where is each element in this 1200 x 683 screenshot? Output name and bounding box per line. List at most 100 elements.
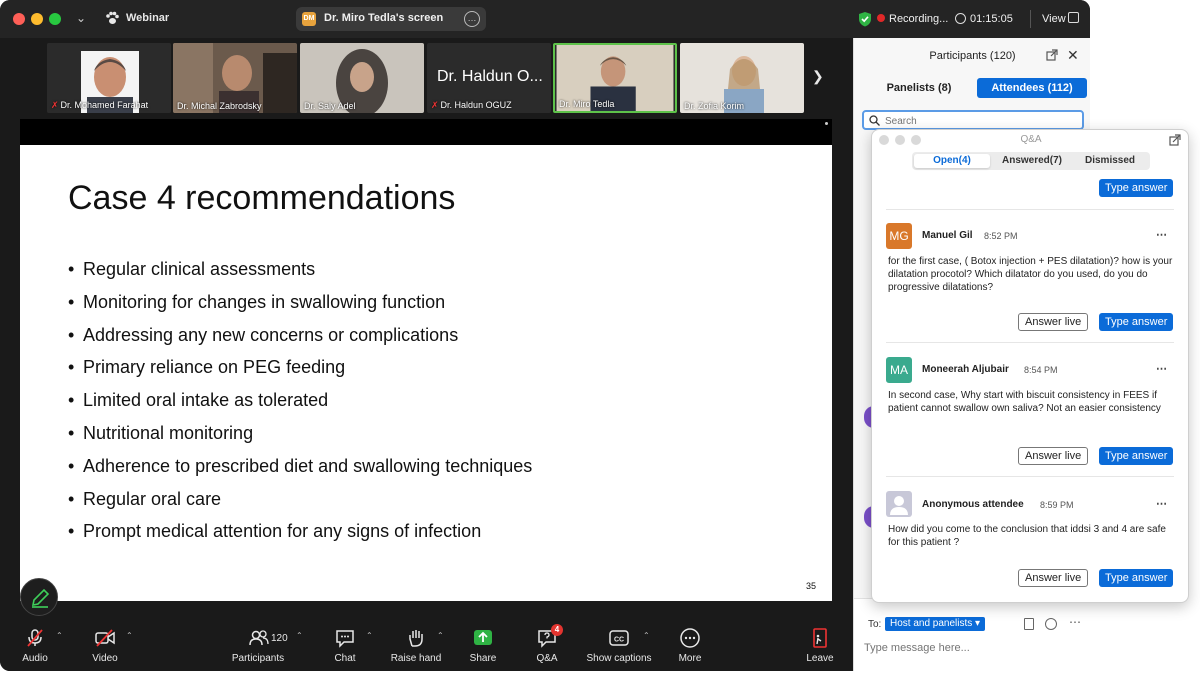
chevron-right-icon[interactable]: ❯ <box>812 68 824 85</box>
question-author: Anonymous attendee <box>922 499 1024 510</box>
slide-bullet: Prompt medical attention for any signs o… <box>68 521 532 554</box>
grid-icon[interactable] <box>1068 12 1079 23</box>
recording-status[interactable]: Recording... <box>889 13 948 25</box>
type-answer-button[interactable]: Type answer <box>1099 569 1174 587</box>
caret-up-icon[interactable]: ⌃ <box>366 631 373 640</box>
type-answer-button[interactable]: Type answer <box>1099 313 1174 331</box>
emoji-icon[interactable] <box>1045 618 1057 630</box>
more-options-icon[interactable]: ⋯ <box>1069 615 1081 629</box>
leave-button[interactable]: Leave <box>804 627 836 664</box>
question-author: Manuel Gil <box>922 230 973 241</box>
video-button[interactable]: Video <box>88 627 122 664</box>
audio-button[interactable]: Audio <box>18 627 52 664</box>
participants-count: 120 <box>271 633 288 644</box>
app-title: Webinar <box>126 12 170 24</box>
window-minimize-button[interactable] <box>31 13 43 25</box>
pencil-icon <box>31 588 50 608</box>
caret-up-icon[interactable]: ⌃ <box>126 631 133 640</box>
answer-live-button[interactable]: Answer live <box>1018 313 1089 331</box>
close-icon[interactable]: ✕ <box>1067 48 1079 62</box>
video-tile[interactable]: Dr. Saly Adel <box>300 43 424 113</box>
question-time: 8:52 PM <box>984 231 1018 241</box>
people-icon <box>249 630 269 646</box>
question-text: How did you come to the conclusion that … <box>888 524 1166 548</box>
qa-title: Q&A <box>1020 134 1042 145</box>
more-options-icon[interactable]: ⋯ <box>1156 228 1168 241</box>
question-time: 8:59 PM <box>1040 500 1074 510</box>
window-close-button[interactable] <box>13 13 25 25</box>
more-options-icon[interactable]: ⋯ <box>1156 497 1168 510</box>
caret-up-icon[interactable]: ⌃ <box>296 631 303 640</box>
slide-bullet: Addressing any new concerns or complicat… <box>68 325 532 358</box>
video-label: Video <box>92 653 118 664</box>
video-tile[interactable]: ✗ Dr. Mohamed Farahat <box>47 43 171 113</box>
qa-tabs: Open(4) Answered(7) Dismissed <box>912 152 1150 170</box>
clock-icon <box>955 13 966 24</box>
window-maximize-button[interactable] <box>49 13 61 25</box>
answer-live-button[interactable]: Answer live <box>1018 447 1089 465</box>
video-gallery-strip: ✗ Dr. Mohamed Farahat Dr. Michal Zabrodsk… <box>0 40 852 115</box>
search-input[interactable] <box>885 114 1075 128</box>
tab-attendees[interactable]: Attendees (112) <box>977 78 1087 98</box>
annotate-button[interactable] <box>20 578 58 616</box>
question-text: for the first case, ( Botox injection + … <box>888 256 1173 293</box>
type-answer-button[interactable]: Type answer <box>1099 179 1174 197</box>
type-answer-button[interactable]: Type answer <box>1099 447 1174 465</box>
video-tile[interactable]: Dr. Michal Zabrodsky <box>173 43 297 113</box>
caret-up-icon[interactable]: ⌃ <box>437 631 444 640</box>
tab-open[interactable]: Open(4) <box>914 154 990 168</box>
more-options-icon[interactable]: ⋯ <box>1156 362 1168 375</box>
mic-muted-icon: ✗ <box>431 100 439 110</box>
tab-dismissed[interactable]: Dismissed <box>1072 154 1148 168</box>
user-icon <box>890 496 908 515</box>
tab-answered[interactable]: Answered(7) <box>992 154 1072 168</box>
participant-name: ✗ Dr. Haldun OGUZ <box>431 100 512 110</box>
screen-share-pill[interactable]: DM Dr. Miro Tedla's screen … <box>296 7 486 31</box>
chat-button[interactable]: Chat <box>330 627 360 664</box>
caret-up-icon[interactable]: ⌃ <box>56 631 63 640</box>
popout-icon[interactable] <box>1046 49 1058 61</box>
screen-share-title: Dr. Miro Tedla's screen <box>324 12 444 24</box>
video-tile[interactable]: Dr. Haldun O... ✗ Dr. Haldun OGUZ <box>427 43 551 113</box>
video-off-icon <box>95 629 115 647</box>
share-button[interactable]: Share <box>468 627 498 664</box>
share-screen-icon <box>474 630 492 645</box>
question-time: 8:54 PM <box>1024 365 1058 375</box>
divider <box>1030 10 1031 28</box>
participant-name: Dr. Miro Tedla <box>559 99 615 109</box>
answer-live-button[interactable]: Answer live <box>1018 569 1089 587</box>
screen-share-avatar: DM <box>302 12 316 26</box>
slide-bullet: Limited oral intake as tolerated <box>68 390 532 423</box>
video-tile-active-speaker[interactable]: Dr. Miro Tedla <box>553 43 677 113</box>
shield-icon[interactable] <box>858 11 872 27</box>
chat-compose-area: To: Host and panelists ▾ ⋯ <box>854 598 1091 671</box>
participant-name: ✗ Dr. Mohamed Farahat <box>51 100 149 110</box>
video-tile[interactable]: Dr. Zofia Korim <box>680 43 804 113</box>
divider <box>886 342 1174 343</box>
more-button[interactable]: More <box>676 627 704 664</box>
qa-label: Q&A <box>536 653 558 664</box>
file-icon[interactable] <box>1024 618 1034 630</box>
meeting-toolbar: Audio ⌃ Video ⌃ Participants 120 ⌃ Chat … <box>0 621 852 671</box>
tab-panelists[interactable]: Panelists (8) <box>864 78 974 98</box>
recipient-select[interactable]: Host and panelists ▾ <box>885 617 986 631</box>
caret-up-icon[interactable]: ⌃ <box>643 631 650 640</box>
more-icon <box>680 628 700 648</box>
raise-hand-button[interactable]: Raise hand <box>389 627 443 664</box>
search-field[interactable] <box>862 110 1084 130</box>
participant-name: Dr. Zofia Korim <box>684 101 745 111</box>
more-options-icon[interactable]: … <box>464 11 480 27</box>
participant-name-placeholder: Dr. Haldun O... <box>437 68 543 85</box>
title-bar: ⌄ Webinar DM Dr. Miro Tedla's screen … R… <box>0 0 1090 38</box>
chat-label: Chat <box>334 653 356 664</box>
slide-bullet: Nutritional monitoring <box>68 423 532 456</box>
popout-icon[interactable] <box>1169 134 1181 146</box>
message-input[interactable] <box>864 639 1084 657</box>
shared-screen: Case 4 recommendations Regular clinical … <box>20 119 832 601</box>
chevron-down-icon[interactable]: ⌄ <box>76 11 86 25</box>
qa-count-badge: 4 <box>551 624 563 636</box>
avatar: MG <box>886 223 912 249</box>
divider <box>886 209 1174 210</box>
view-button[interactable]: View <box>1042 13 1066 25</box>
avatar: MA <box>886 357 912 383</box>
